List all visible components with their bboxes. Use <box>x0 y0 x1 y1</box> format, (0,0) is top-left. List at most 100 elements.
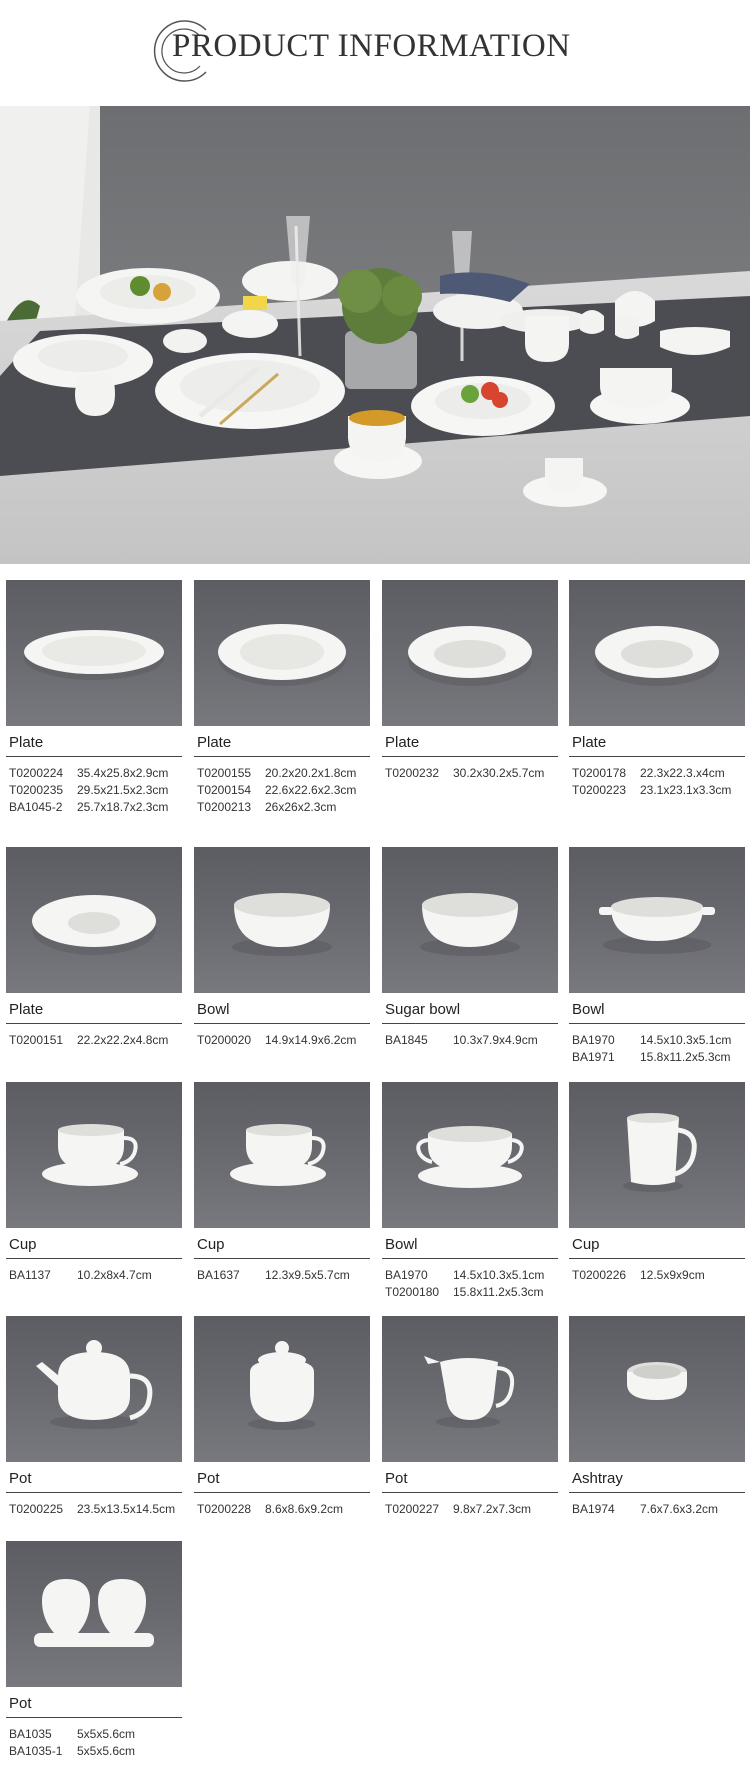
product-name: Plate <box>385 734 420 751</box>
product-dimensions: 15.8x11.2x5.3cm <box>453 1285 544 1299</box>
product-spec-list: T0200020 14.9x14.9x6.2cm <box>194 1032 370 1049</box>
product-dimensions: 10.3x7.9x4.9cm <box>453 1033 538 1047</box>
divider <box>569 1023 745 1024</box>
product-photo <box>569 847 745 993</box>
product-dimensions: 30.2x30.2x5.7cm <box>453 766 545 780</box>
product-dimensions: 22.6x22.6x2.3cm <box>265 783 357 797</box>
product-photo <box>194 580 370 726</box>
product-spec-list: T0200228 8.6x8.6x9.2cm <box>194 1501 370 1518</box>
product-name: Bowl <box>572 1001 605 1018</box>
product-code: T0200226 <box>572 1268 627 1282</box>
spec-row: BA1970 14.5x10.3x5.1cm <box>382 1267 558 1284</box>
product-code: T0200020 <box>197 1033 252 1047</box>
product-dimensions: 12.5x9x9cm <box>640 1268 705 1282</box>
product-card: Plate T0200224 35.4x25.8x2.9cm T0200235 29.5… <box>6 580 182 816</box>
product-code: T0200178 <box>572 766 627 780</box>
product-photo <box>382 847 558 993</box>
divider <box>6 1023 182 1024</box>
divider <box>382 1492 558 1493</box>
product-name: Pot <box>9 1470 32 1487</box>
product-spec-list: BA1974 7.6x7.6x3.2cm <box>569 1501 745 1518</box>
divider <box>569 1492 745 1493</box>
product-dimensions: 14.5x10.3x5.1cm <box>453 1268 545 1282</box>
product-code: T0200223 <box>572 783 627 797</box>
product-dimensions: 15.8x11.2x5.3cm <box>640 1050 731 1064</box>
product-code: BA1970 <box>572 1033 615 1047</box>
spec-row: T0200154 22.6x22.6x2.3cm <box>194 782 370 799</box>
product-card: Sugar bowl BA1845 10.3x7.9x4.9cm <box>382 847 558 1049</box>
spec-row: T0200226 12.5x9x9cm <box>569 1267 745 1284</box>
product-card: Bowl T0200020 14.9x14.9x6.2cm <box>194 847 370 1049</box>
product-photo <box>569 1082 745 1228</box>
divider <box>194 1023 370 1024</box>
product-card: Ashtray BA1974 7.6x7.6x3.2cm <box>569 1316 745 1518</box>
product-card: Bowl BA1970 14.5x10.3x5.1cm BA1971 15.8x11.2… <box>569 847 745 1066</box>
spec-row: T0200020 14.9x14.9x6.2cm <box>194 1032 370 1049</box>
product-name: Cup <box>197 1236 225 1253</box>
product-dimensions: 9.8x7.2x7.3cm <box>453 1502 532 1516</box>
page-header: PRODUCT INFORMATION <box>0 0 750 104</box>
product-spec-list: BA1970 14.5x10.3x5.1cm BA1971 15.8x11.2x5.3… <box>569 1032 745 1066</box>
spec-row: T0200178 22.3x22.3.x4cm <box>569 765 745 782</box>
page-title: PRODUCT INFORMATION <box>172 28 571 64</box>
product-photo <box>6 1082 182 1228</box>
product-code: T0200155 <box>197 766 252 780</box>
divider <box>569 756 745 757</box>
product-dimensions: 14.9x14.9x6.2cm <box>265 1033 357 1047</box>
divider <box>382 1023 558 1024</box>
product-spec-list: T0200151 22.2x22.2x4.8cm <box>6 1032 182 1049</box>
product-spec-list: T0200224 35.4x25.8x2.9cm T0200235 29.5x21.5… <box>6 765 182 816</box>
product-dimensions: 12.3x9.5x5.7cm <box>265 1268 350 1282</box>
spec-row: BA1035 5x5x5.6cm <box>6 1726 182 1743</box>
product-name: Bowl <box>385 1236 418 1253</box>
product-code: T0200213 <box>197 800 252 814</box>
product-name: Pot <box>197 1470 220 1487</box>
spec-row: T0200232 30.2x30.2x5.7cm <box>382 765 558 782</box>
spec-row: BA1970 14.5x10.3x5.1cm <box>569 1032 745 1049</box>
product-dimensions: 25.7x18.7x2.3cm <box>77 800 169 814</box>
product-dimensions: 14.5x10.3x5.1cm <box>640 1033 732 1047</box>
product-name: Plate <box>572 734 607 751</box>
spec-row: T0200223 23.1x23.1x3.3cm <box>569 782 745 799</box>
spec-row: BA1971 15.8x11.2x5.3cm <box>569 1049 745 1066</box>
spec-row: BA1845 10.3x7.9x4.9cm <box>382 1032 558 1049</box>
product-card: Cup BA1637 12.3x9.5x5.7cm <box>194 1082 370 1284</box>
product-dimensions: 22.3x22.3.x4cm <box>640 766 725 780</box>
divider <box>382 756 558 757</box>
product-card: Pot T0200225 23.5x13.5x14.5cm <box>6 1316 182 1518</box>
product-photo <box>194 1082 370 1228</box>
divider <box>569 1258 745 1259</box>
product-code: T0200232 <box>385 766 440 780</box>
product-photo <box>6 847 182 993</box>
product-spec-list: T0200232 30.2x30.2x5.7cm <box>382 765 558 782</box>
product-spec-list: T0200227 9.8x7.2x7.3cm <box>382 1501 558 1518</box>
product-card: Bowl BA1970 14.5x10.3x5.1cm T0200180 15.8x11… <box>382 1082 558 1301</box>
product-dimensions: 29.5x21.5x2.3cm <box>77 783 169 797</box>
product-code: T0200228 <box>197 1502 252 1516</box>
spec-row: BA1137 10.2x8x4.7cm <box>6 1267 182 1284</box>
product-card: Pot BA1035 5x5x5.6cm BA1035-1 5x5x5.6cm <box>6 1541 182 1760</box>
product-dimensions: 20.2x20.2x1.8cm <box>265 766 357 780</box>
product-name: Plate <box>9 734 44 751</box>
product-spec-list: BA1845 10.3x7.9x4.9cm <box>382 1032 558 1049</box>
product-photo <box>6 1316 182 1462</box>
product-card: Cup BA1137 10.2x8x4.7cm <box>6 1082 182 1284</box>
product-code: T0200180 <box>385 1285 440 1299</box>
product-name: Pot <box>385 1470 408 1487</box>
product-photo <box>382 580 558 726</box>
divider <box>194 1492 370 1493</box>
product-photo <box>569 1316 745 1462</box>
product-card: Plate T0200151 22.2x22.2x4.8cm <box>6 847 182 1049</box>
product-card: Pot T0200228 8.6x8.6x9.2cm <box>194 1316 370 1518</box>
spec-row: T0200151 22.2x22.2x4.8cm <box>6 1032 182 1049</box>
product-code: T0200225 <box>9 1502 64 1516</box>
product-code: BA1970 <box>385 1268 428 1282</box>
divider <box>382 1258 558 1259</box>
product-card: Plate T0200178 22.3x22.3.x4cm T0200223 23.1x… <box>569 580 745 799</box>
product-dimensions: 26x26x2.3cm <box>265 800 337 814</box>
spec-row: BA1045-2 25.7x18.7x2.3cm <box>6 799 182 816</box>
product-code: T0200224 <box>9 766 64 780</box>
hero-table-setting-photo <box>0 106 750 564</box>
spec-row: T0200213 26x26x2.3cm <box>194 799 370 816</box>
product-dimensions: 5x5x5.6cm <box>77 1727 136 1741</box>
